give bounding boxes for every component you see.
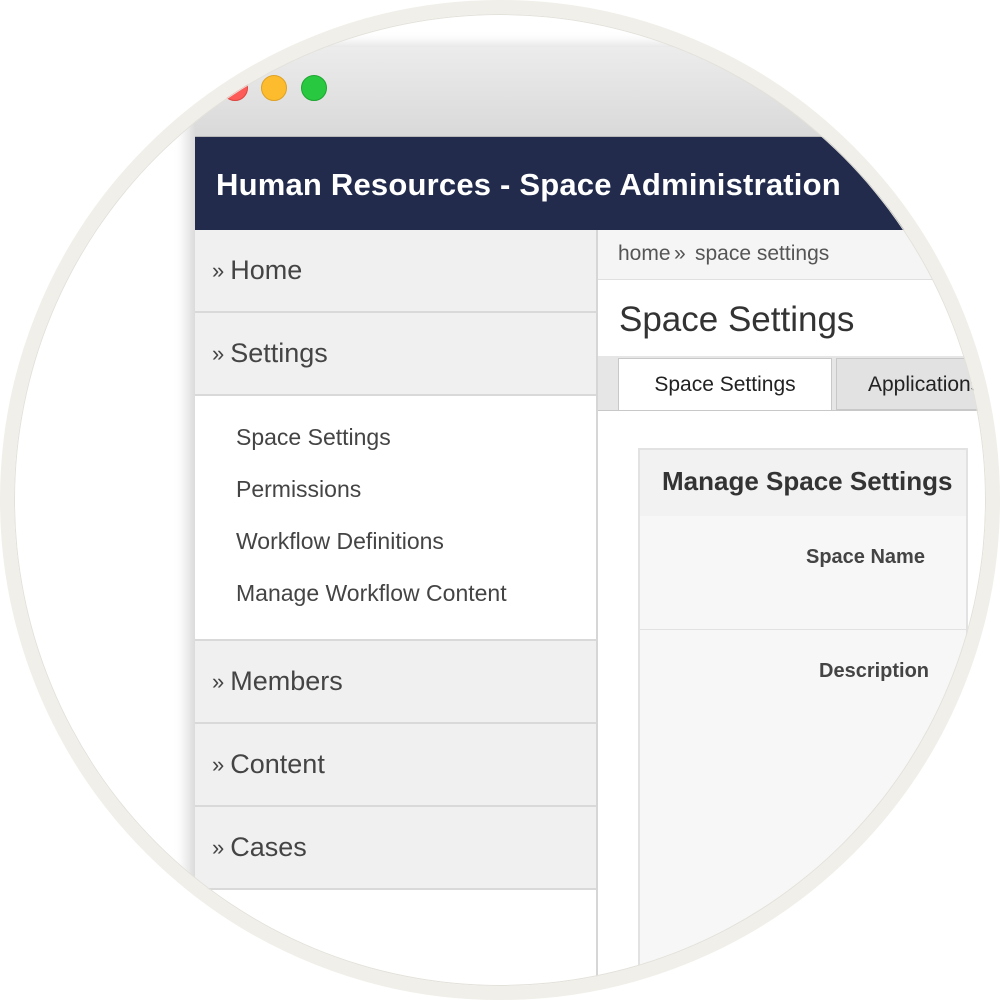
breadcrumb-home-link[interactable]: home: [618, 242, 671, 266]
space-name-label: Space Name: [806, 546, 925, 568]
chevron-right-icon: »: [212, 834, 225, 860]
sidebar-item-cases[interactable]: » Cases: [195, 807, 596, 890]
panel-title: Manage Space Settings: [662, 466, 953, 496]
chevron-right-icon: »: [212, 257, 225, 283]
minimize-window-button[interactable]: [261, 75, 287, 101]
tab-applications[interactable]: Applications: [836, 358, 987, 410]
submenu-item-workflow-definitions[interactable]: Workflow Definitions: [195, 515, 596, 567]
settings-panel: Manage Space Settings Space Name Descrip…: [638, 448, 968, 987]
main-content: home » space settings Space Settings Spa…: [598, 230, 987, 987]
chevron-right-icon: »: [212, 340, 225, 366]
submenu-item-permissions[interactable]: Permissions: [195, 463, 596, 515]
sidebar: » Home » Settings Space Settings Permiss…: [195, 230, 598, 987]
sidebar-item-settings[interactable]: » Settings: [195, 313, 596, 396]
magnifier-lens: Human Resources - Space Administration »…: [13, 13, 987, 987]
submenu-item-manage-workflow-content[interactable]: Manage Workflow Content: [195, 567, 596, 619]
sidebar-item-content[interactable]: » Content: [195, 724, 596, 807]
breadcrumb-separator: »: [674, 242, 686, 265]
description-label: Description: [819, 660, 930, 682]
field-row-space-name: Space Name: [640, 516, 966, 630]
sidebar-item-label: Cases: [230, 832, 307, 862]
tab-bar: Space Settings Applications: [598, 356, 987, 411]
sidebar-item-label: Content: [230, 749, 325, 779]
chevron-right-icon: »: [212, 751, 225, 777]
settings-submenu: Space Settings Permissions Workflow Defi…: [195, 396, 596, 641]
sidebar-item-label: Members: [230, 666, 343, 696]
sidebar-item-home[interactable]: » Home: [195, 230, 596, 313]
breadcrumb: home » space settings: [598, 230, 987, 280]
sidebar-item-members[interactable]: » Members: [195, 641, 596, 724]
app-title: Human Resources - Space Administration: [216, 167, 841, 202]
window-titlebar: [195, 47, 987, 137]
browser-window: Human Resources - Space Administration »…: [195, 47, 987, 987]
tab-space-settings[interactable]: Space Settings: [618, 358, 832, 410]
submenu-item-space-settings[interactable]: Space Settings: [195, 411, 596, 463]
app-header: Human Resources - Space Administration: [195, 137, 987, 230]
zoom-window-button[interactable]: [301, 75, 327, 101]
sidebar-item-label: Home: [230, 255, 303, 285]
page-title: Space Settings: [619, 300, 855, 339]
sidebar-item-label: Settings: [230, 338, 328, 368]
chevron-right-icon: »: [212, 668, 225, 694]
panel-header: Manage Space Settings: [640, 450, 966, 517]
breadcrumb-current: space settings: [695, 242, 830, 265]
close-window-button[interactable]: [222, 75, 248, 101]
field-row-description: Description: [640, 630, 966, 987]
